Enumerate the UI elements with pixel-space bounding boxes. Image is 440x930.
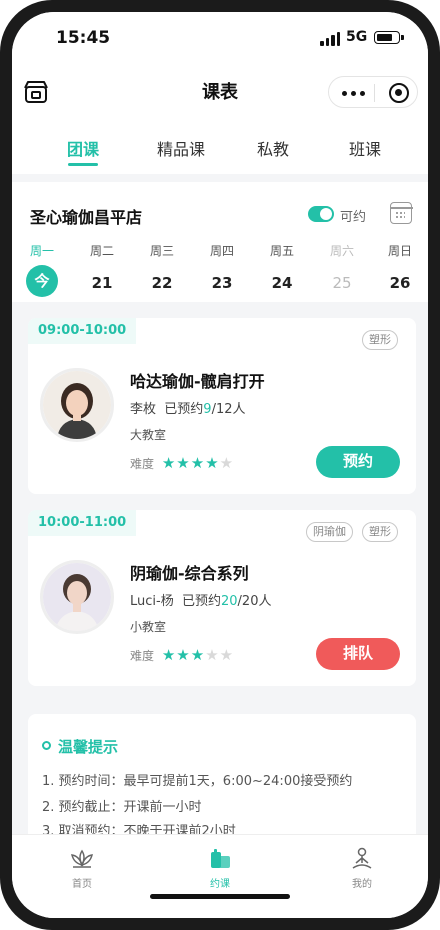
- course-time: 10:00-11:00: [28, 510, 137, 536]
- star-filled-icon: ★: [161, 646, 177, 664]
- studio-section: 圣心瑜伽昌平店 可约 周一 今 周二 21 周三 22 周四 23 周五 24 …: [12, 174, 428, 302]
- booked-count: 20: [221, 594, 238, 609]
- date-label: 22: [151, 274, 173, 292]
- status-time: 15:45: [56, 28, 111, 48]
- room-name: 小教室: [130, 620, 167, 634]
- teacher-name: Luci-杨: [130, 594, 174, 609]
- course-meta: 李枚 已预约9/12人: [130, 398, 246, 417]
- tab-group-class[interactable]: 团课: [38, 136, 128, 160]
- avatar: [40, 560, 114, 634]
- course-tag: 塑形: [362, 522, 398, 542]
- weekday-label: 周六: [329, 244, 354, 258]
- lotus-icon: [71, 849, 93, 868]
- weekday-label: 周五: [269, 244, 294, 258]
- tab-premium-class[interactable]: 精品课: [136, 136, 226, 160]
- tabbar-label: 首页: [72, 879, 92, 890]
- calendar-icon[interactable]: [389, 202, 413, 224]
- date-label: 21: [91, 274, 113, 292]
- star-filled-icon: ★: [190, 646, 206, 664]
- tabbar-item-home[interactable]: 首页: [52, 845, 112, 890]
- star-empty-icon: ★: [219, 454, 235, 472]
- course-card[interactable]: 09:00-10:00 塑形 哈达瑜伽-髋肩打开 李枚 已预约9/12人 大教室…: [28, 318, 416, 494]
- difficulty-label: 难度: [130, 457, 155, 471]
- meditation-person-icon: [352, 847, 372, 869]
- weekday-label: 周一: [29, 244, 54, 258]
- booked-prefix: 已预约: [164, 402, 204, 417]
- difficulty-stars: ★★★★★: [162, 646, 234, 664]
- weekday-label: 周三: [149, 244, 174, 258]
- course-meta: Luci-杨 已预约20/20人: [130, 590, 271, 609]
- category-tabs: 团课 精品课 私教 班课: [12, 118, 428, 174]
- room-name: 大教室: [130, 428, 167, 442]
- tip-line: 2. 预约截止：开课前一小时: [42, 800, 202, 815]
- more-icon[interactable]: [342, 91, 366, 96]
- screen: 15:45 5G 课表 团课 精品课 私教 班课 圣心瑜伽昌平店 可约 周一 今…: [12, 12, 428, 918]
- capacity: /12人: [211, 402, 246, 417]
- status-bar: 15:45 5G: [12, 12, 428, 64]
- course-name: 阴瑜伽-综合系列: [130, 564, 249, 583]
- tab-course-class[interactable]: 班课: [320, 136, 410, 160]
- available-toggle-label: 可约: [340, 210, 367, 225]
- date-label: 26: [389, 274, 411, 292]
- schedule-icon: [211, 849, 230, 868]
- tab-private-coach[interactable]: 私教: [228, 136, 318, 160]
- battery-icon: [374, 31, 404, 44]
- avatar: [40, 368, 114, 442]
- course-time: 09:00-10:00: [28, 318, 137, 344]
- tabbar-label: 约课: [210, 879, 230, 890]
- date-label: 25: [332, 274, 352, 292]
- difficulty-row: 难度 ★★★★★: [130, 646, 234, 664]
- bottom-tab-bar: 首页 约课 我的: [12, 834, 428, 918]
- tabbar-item-schedule[interactable]: 约课: [190, 845, 250, 890]
- booked-count: 9: [203, 402, 212, 417]
- queue-button[interactable]: 排队: [316, 638, 400, 670]
- weekday-label: 周二: [89, 244, 114, 258]
- star-filled-icon: ★: [205, 454, 220, 472]
- course-tag: 塑形: [362, 330, 398, 350]
- course-card[interactable]: 10:00-11:00 阴瑜伽 塑形 阴瑜伽-综合系列 Luci-杨 已预约20…: [28, 510, 416, 686]
- difficulty-row: 难度 ★★★★★: [130, 454, 234, 472]
- teacher-name: 李枚: [130, 402, 157, 417]
- tips-section: 温馨提示 1. 预约时间：最早可提前1天，6:00~24:00接受预约 2. 预…: [28, 714, 416, 854]
- tip-line: 1. 预约时间：最早可提前1天，6:00~24:00接受预约: [42, 774, 353, 789]
- active-tab-indicator: [68, 163, 98, 166]
- star-filled-icon: ★: [176, 646, 191, 664]
- date-label: 23: [211, 274, 233, 292]
- tabbar-item-mine[interactable]: 我的: [332, 845, 392, 890]
- book-button[interactable]: 预约: [316, 446, 400, 478]
- tabbar-label: 我的: [352, 879, 372, 890]
- booked-prefix: 已预约: [181, 594, 221, 609]
- close-target-icon[interactable]: [389, 83, 409, 103]
- phone-frame: 15:45 5G 课表 团课 精品课 私教 班课 圣心瑜伽昌平店 可约 周一 今…: [0, 0, 440, 930]
- network-label: 5G: [346, 29, 368, 45]
- star-empty-icon: ★: [205, 646, 220, 664]
- star-filled-icon: ★: [161, 454, 177, 472]
- weekday-label: 周四: [209, 244, 234, 258]
- today-badge: 今: [26, 265, 58, 297]
- nav-bar: 课表: [12, 64, 428, 118]
- star-filled-icon: ★: [176, 454, 191, 472]
- date-label: 24: [271, 274, 293, 292]
- tips-dot-icon: [42, 741, 51, 750]
- available-toggle[interactable]: [308, 206, 334, 222]
- signal-icon: [320, 32, 342, 46]
- star-empty-icon: ★: [219, 646, 235, 664]
- difficulty-stars: ★★★★★: [162, 454, 234, 472]
- tips-title: 温馨提示: [58, 738, 119, 756]
- course-name: 哈达瑜伽-髋肩打开: [130, 372, 265, 391]
- difficulty-label: 难度: [130, 649, 155, 663]
- mini-program-capsule: [328, 76, 418, 108]
- course-tag: 阴瑜伽: [306, 522, 353, 542]
- star-filled-icon: ★: [190, 454, 206, 472]
- studio-name[interactable]: 圣心瑜伽昌平店: [30, 204, 142, 228]
- capacity: /20人: [237, 594, 272, 609]
- weekday-label: 周日: [387, 244, 412, 258]
- home-indicator: [150, 894, 290, 899]
